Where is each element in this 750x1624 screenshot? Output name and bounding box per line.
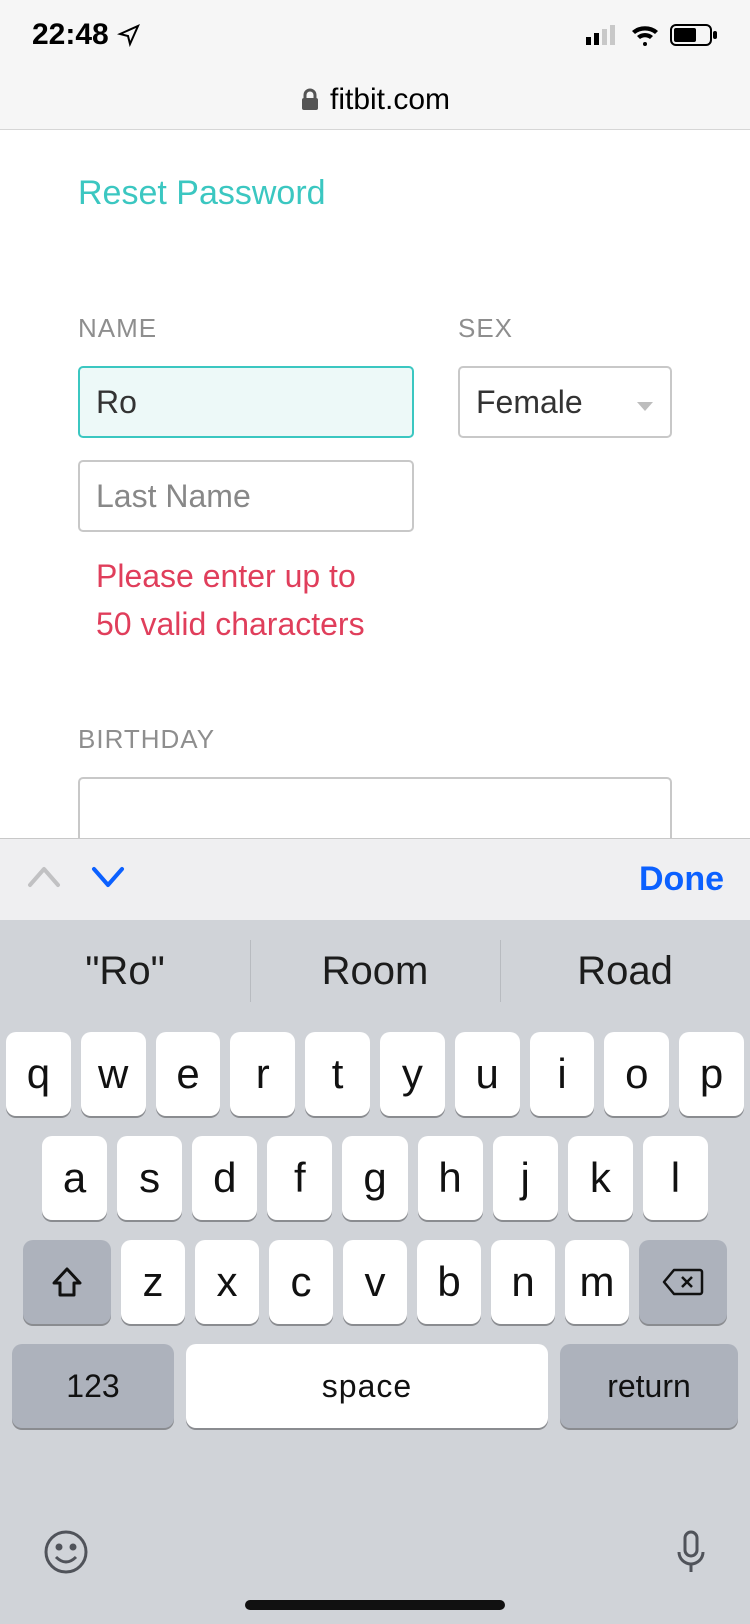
wifi-icon: [630, 24, 660, 46]
location-icon: [117, 23, 141, 47]
key-a[interactable]: a: [42, 1136, 107, 1220]
lock-icon: [300, 88, 320, 112]
key-p[interactable]: p: [679, 1032, 744, 1116]
name-error-message: Please enter up to 50 valid characters: [78, 552, 414, 648]
key-m[interactable]: m: [565, 1240, 629, 1324]
microphone-icon[interactable]: [674, 1528, 708, 1581]
status-time: 22:48: [32, 18, 109, 52]
page-content: Reset Password NAME Please enter up to 5…: [0, 130, 750, 838]
key-x[interactable]: x: [195, 1240, 259, 1324]
key-q[interactable]: q: [6, 1032, 71, 1116]
birthday-input[interactable]: [78, 777, 672, 838]
sex-label: SEX: [458, 313, 672, 344]
key-g[interactable]: g: [342, 1136, 407, 1220]
key-i[interactable]: i: [530, 1032, 595, 1116]
first-name-input[interactable]: [78, 366, 414, 438]
browser-url-bar[interactable]: fitbit.com: [0, 70, 750, 130]
key-r[interactable]: r: [230, 1032, 295, 1116]
key-s[interactable]: s: [117, 1136, 182, 1220]
url-domain: fitbit.com: [330, 83, 450, 117]
key-b[interactable]: b: [417, 1240, 481, 1324]
name-label: NAME: [78, 313, 414, 344]
key-d[interactable]: d: [192, 1136, 257, 1220]
suggestion-2[interactable]: Room: [250, 920, 500, 1022]
key-u[interactable]: u: [455, 1032, 520, 1116]
form-next-button[interactable]: [90, 865, 126, 894]
key-v[interactable]: v: [343, 1240, 407, 1324]
keyboard-accessory-bar: Done: [0, 838, 750, 920]
return-key[interactable]: return: [560, 1344, 738, 1428]
key-j[interactable]: j: [493, 1136, 558, 1220]
numbers-key[interactable]: 123: [12, 1344, 174, 1428]
key-e[interactable]: e: [156, 1032, 221, 1116]
suggestion-1[interactable]: "Ro": [0, 920, 250, 1022]
suggestion-3[interactable]: Road: [500, 920, 750, 1022]
last-name-input[interactable]: [78, 460, 414, 532]
chevron-down-icon: [636, 384, 654, 421]
keyboard-done-button[interactable]: Done: [639, 860, 724, 899]
space-key[interactable]: space: [186, 1344, 548, 1428]
key-n[interactable]: n: [491, 1240, 555, 1324]
key-t[interactable]: t: [305, 1032, 370, 1116]
key-o[interactable]: o: [604, 1032, 669, 1116]
key-l[interactable]: l: [643, 1136, 708, 1220]
status-bar: 22:48: [0, 0, 750, 70]
home-indicator[interactable]: [245, 1600, 505, 1610]
backspace-key[interactable]: [639, 1240, 727, 1324]
status-right: [586, 24, 718, 46]
key-c[interactable]: c: [269, 1240, 333, 1324]
keyboard-suggestion-bar: "Ro" Room Road: [0, 920, 750, 1022]
cell-signal-icon: [586, 25, 620, 45]
battery-icon: [670, 24, 718, 46]
key-y[interactable]: y: [380, 1032, 445, 1116]
sex-select[interactable]: Female: [458, 366, 672, 438]
key-k[interactable]: k: [568, 1136, 633, 1220]
birthday-label: BIRTHDAY: [78, 724, 672, 755]
key-f[interactable]: f: [267, 1136, 332, 1220]
key-w[interactable]: w: [81, 1032, 146, 1116]
sex-selected-value: Female: [476, 384, 583, 421]
emoji-icon[interactable]: [42, 1528, 90, 1581]
shift-key[interactable]: [23, 1240, 111, 1324]
key-z[interactable]: z: [121, 1240, 185, 1324]
keyboard: q w e r t y u i o p a s d f g h j k l z …: [0, 1022, 750, 1624]
reset-password-link[interactable]: Reset Password: [78, 174, 326, 213]
status-left: 22:48: [32, 18, 141, 52]
form-prev-button: [26, 865, 62, 894]
key-h[interactable]: h: [418, 1136, 483, 1220]
